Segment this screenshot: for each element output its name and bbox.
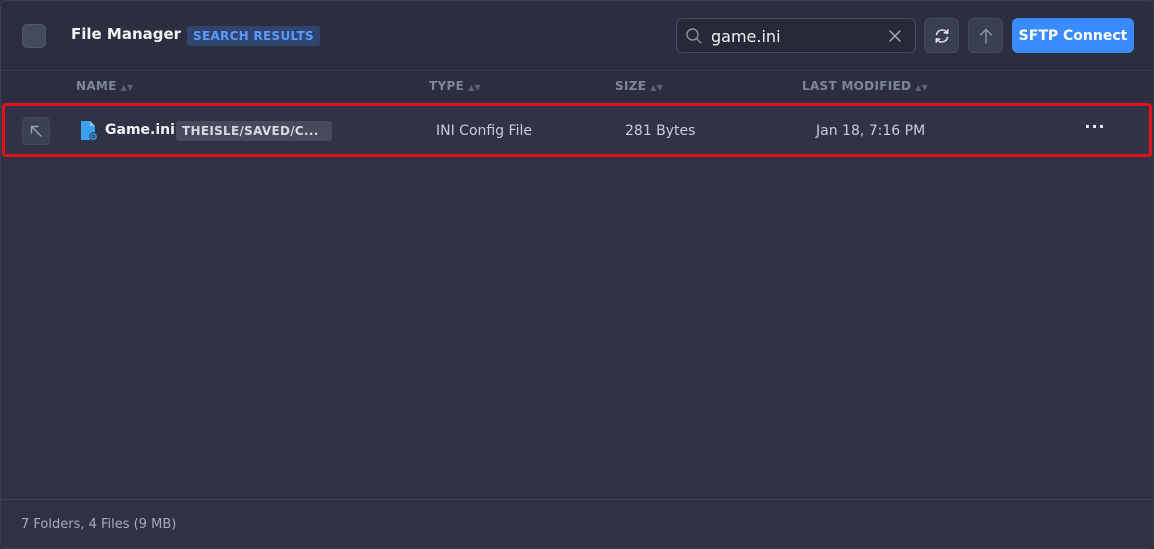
clear-search-icon[interactable] (887, 28, 903, 44)
column-header-type-label: TYPE (429, 79, 465, 93)
column-header-size-label: SIZE (615, 79, 647, 93)
sftp-connect-button[interactable]: SFTP Connect (1012, 18, 1134, 53)
column-header-last-modified-label: LAST MODIFIED (802, 79, 912, 93)
column-header-size[interactable]: SIZE ▲▼ (615, 79, 663, 93)
column-header-type[interactable]: TYPE ▲▼ (429, 79, 481, 93)
search-icon (686, 28, 702, 44)
arrow-up-icon (979, 28, 993, 44)
file-manager-panel: File Manager SEARCH RESULTS game.ini SFT… (0, 0, 1154, 549)
page-title: File Manager (71, 25, 182, 43)
footer: 7 Folders, 4 Files (9 MB) (1, 499, 1153, 548)
select-all-checkbox[interactable] (22, 24, 46, 48)
search-results-badge: SEARCH RESULTS (187, 26, 320, 46)
column-header-name-label: NAME (76, 79, 117, 93)
refresh-button[interactable] (924, 18, 959, 53)
search-box (676, 18, 916, 53)
folder-file-summary: 7 Folders, 4 Files (9 MB) (21, 517, 177, 532)
table-row[interactable]: Game.ini THEISLE/SAVED/C... INI Config F… (2, 103, 1152, 157)
parent-folder-button[interactable] (968, 18, 1003, 53)
sort-icon: ▲▼ (120, 83, 134, 92)
sort-icon: ▲▼ (650, 83, 664, 92)
refresh-icon (935, 29, 949, 43)
column-header-name[interactable]: NAME ▲▼ (76, 79, 134, 93)
go-to-location-button[interactable] (22, 117, 50, 145)
file-last-modified: Jan 18, 7:16 PM (816, 123, 926, 139)
arrow-up-left-icon (30, 125, 42, 137)
file-name[interactable]: Game.ini (105, 122, 175, 138)
sort-icon: ▲▼ (468, 83, 481, 92)
column-header-row: NAME ▲▼ TYPE ▲▼ SIZE ▲▼ LAST MODIFIED ▲▼ (1, 71, 1153, 101)
search-input[interactable] (711, 24, 881, 48)
column-header-last-modified[interactable]: LAST MODIFIED ▲▼ (802, 79, 928, 93)
more-options-icon[interactable]: ··· (1083, 118, 1107, 142)
config-file-icon (81, 121, 98, 141)
header: File Manager SEARCH RESULTS game.ini SFT… (1, 1, 1153, 71)
file-path-tag: THEISLE/SAVED/C... (176, 121, 332, 141)
sort-icon: ▲▼ (915, 83, 929, 92)
file-type: INI Config File (436, 123, 532, 139)
file-size: 281 Bytes (625, 123, 696, 139)
